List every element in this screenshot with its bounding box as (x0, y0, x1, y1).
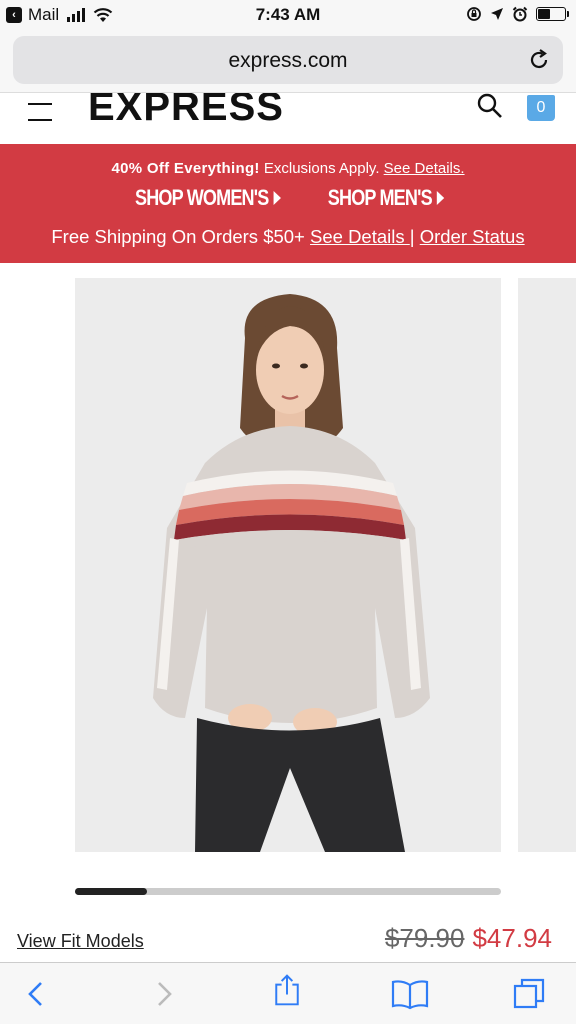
promo-banner: 40% Off Everything! Exclusions Apply. Se… (0, 144, 576, 263)
tabs-icon[interactable] (512, 977, 546, 1011)
price: $79.90 $47.94 (385, 923, 552, 954)
next-product-image[interactable] (518, 278, 576, 852)
order-status-link[interactable]: Order Status (420, 226, 525, 247)
carousel-scrollbar-thumb[interactable] (75, 888, 148, 895)
shop-womens-link[interactable]: SHOP WOMEN'S (135, 185, 281, 211)
link-separator: | (409, 226, 420, 247)
url-text[interactable]: express.com (13, 49, 563, 73)
alarm-icon (512, 6, 528, 22)
shipping-see-details-link[interactable]: See Details (310, 226, 410, 247)
promo-offer-line: 40% Off Everything! Exclusions Apply. Se… (0, 160, 576, 177)
status-right (466, 6, 569, 22)
promo-shipping-line: Free Shipping On Orders $50+ See Details… (0, 226, 576, 248)
shop-mens-link[interactable]: SHOP MEN'S (327, 185, 445, 211)
shop-mens-label: SHOP MEN'S (327, 185, 433, 210)
share-icon[interactable] (270, 973, 304, 1007)
reload-icon[interactable] (527, 48, 551, 72)
carousel-scrollbar[interactable] (75, 888, 501, 895)
bag-count: 0 (536, 99, 546, 116)
shop-womens-label: SHOP WOMEN'S (135, 185, 269, 210)
product-photo (153, 294, 430, 852)
free-shipping-text: Free Shipping On Orders $50+ (51, 226, 311, 247)
browser-address-area: express.com (0, 30, 576, 92)
status-bar: ‹ Mail 7:43 AM (0, 0, 576, 30)
site-logo[interactable]: EXPRESS (88, 93, 284, 130)
bookmarks-icon[interactable] (390, 977, 430, 1011)
site-header: EXPRESS 0 (0, 92, 576, 144)
product-image[interactable] (75, 278, 501, 852)
arrow-right-icon (436, 191, 445, 205)
rotation-lock-icon (467, 7, 481, 21)
arrow-right-icon (273, 191, 281, 205)
battery-icon (536, 7, 569, 21)
promo-exclusions: Exclusions Apply. (259, 160, 384, 177)
promo-shop-links: SHOP WOMEN'S SHOP MEN'S (0, 185, 576, 211)
address-bar[interactable]: express.com (13, 36, 563, 84)
browser-toolbar (0, 962, 576, 1024)
view-fit-models-link[interactable]: View Fit Models (17, 931, 144, 952)
shopping-bag-icon[interactable]: 0 (527, 95, 555, 121)
promo-see-details-link[interactable]: See Details. (384, 160, 465, 177)
search-icon[interactable] (476, 93, 504, 121)
menu-icon[interactable] (28, 101, 52, 121)
forward-icon[interactable] (146, 977, 180, 1011)
battery-level (538, 9, 551, 19)
sale-price: $47.94 (472, 923, 552, 953)
original-price: $79.90 (384, 923, 465, 953)
promo-headline: 40% Off Everything! (111, 160, 260, 177)
back-icon[interactable] (20, 977, 54, 1011)
location-icon (491, 8, 503, 20)
